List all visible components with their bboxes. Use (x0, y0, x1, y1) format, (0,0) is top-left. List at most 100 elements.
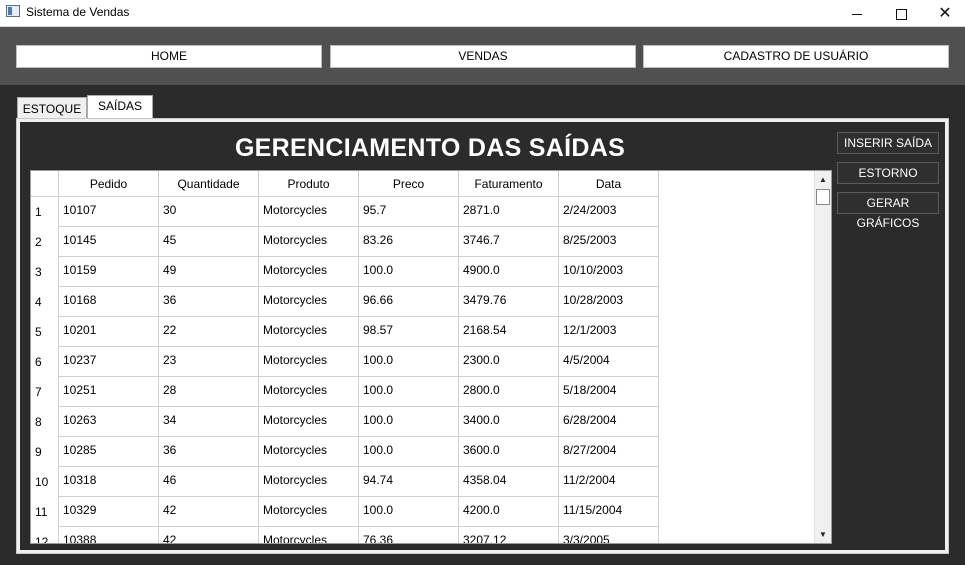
scroll-down-arrow-icon[interactable]: ▼ (815, 526, 831, 543)
cell-faturamento[interactable]: 3746.7 (459, 227, 559, 257)
cell-preco[interactable]: 100.0 (359, 497, 459, 527)
cell-quantidade[interactable]: 45 (159, 227, 259, 257)
row-number[interactable]: 12 (31, 527, 59, 543)
cell-preco[interactable]: 76.36 (359, 527, 459, 543)
cell-pedido[interactable]: 10145 (59, 227, 159, 257)
row-number[interactable]: 9 (31, 437, 59, 467)
cell-quantidade[interactable]: 28 (159, 377, 259, 407)
cadastro-usuario-button[interactable]: CADASTRO DE USUÁRIO (643, 45, 949, 68)
cell-produto[interactable]: Motorcycles (259, 437, 359, 467)
cell-faturamento[interactable]: 3400.0 (459, 407, 559, 437)
cell-faturamento[interactable]: 4200.0 (459, 497, 559, 527)
table-corner[interactable] (31, 171, 59, 197)
row-number[interactable]: 5 (31, 317, 59, 347)
cell-preco[interactable]: 100.0 (359, 347, 459, 377)
cell-faturamento[interactable]: 3207.12 (459, 527, 559, 543)
cell-quantidade[interactable]: 36 (159, 287, 259, 317)
cell-data[interactable]: 5/18/2004 (559, 377, 659, 407)
cell-data[interactable]: 10/10/2003 (559, 257, 659, 287)
cell-faturamento[interactable]: 3479.76 (459, 287, 559, 317)
cell-quantidade[interactable]: 49 (159, 257, 259, 287)
cell-pedido[interactable]: 10263 (59, 407, 159, 437)
cell-quantidade[interactable]: 36 (159, 437, 259, 467)
vendas-button[interactable]: VENDAS (330, 45, 636, 68)
cell-preco[interactable]: 100.0 (359, 257, 459, 287)
cell-pedido[interactable]: 10318 (59, 467, 159, 497)
row-number[interactable]: 2 (31, 227, 59, 257)
cell-produto[interactable]: Motorcycles (259, 497, 359, 527)
cell-pedido[interactable]: 10388 (59, 527, 159, 543)
table-row[interactable]: 8 10263 34 Motorcycles 100.0 3400.0 6/28/2004 (31, 407, 659, 437)
tab-estoque[interactable]: ESTOQUE (17, 97, 87, 119)
cell-preco[interactable]: 100.0 (359, 377, 459, 407)
column-header-produto[interactable]: Produto (259, 171, 359, 197)
close-button[interactable]: ✕ (922, 0, 965, 26)
cell-pedido[interactable]: 10107 (59, 197, 159, 227)
gerar-graficos-button[interactable]: GERAR GRÁFICOS (837, 192, 939, 230)
column-header-preco[interactable]: Preco (359, 171, 459, 197)
maximize-button[interactable] (878, 0, 924, 26)
cell-data[interactable]: 10/28/2003 (559, 287, 659, 317)
cell-data[interactable]: 6/28/2004 (559, 407, 659, 437)
cell-pedido[interactable]: 10159 (59, 257, 159, 287)
cell-data[interactable]: 11/15/2004 (559, 497, 659, 527)
cell-pedido[interactable]: 10329 (59, 497, 159, 527)
cell-pedido[interactable]: 10168 (59, 287, 159, 317)
table-row[interactable]: 5 10201 22 Motorcycles 98.57 2168.54 12/1/2003 (31, 317, 659, 347)
cell-faturamento[interactable]: 2168.54 (459, 317, 559, 347)
table-row[interactable]: 4 10168 36 Motorcycles 96.66 3479.76 10/28/200… (31, 287, 659, 317)
cell-faturamento[interactable]: 4900.0 (459, 257, 559, 287)
cell-produto[interactable]: Motorcycles (259, 257, 359, 287)
cell-produto[interactable]: Motorcycles (259, 527, 359, 543)
cell-data[interactable]: 4/5/2004 (559, 347, 659, 377)
cell-quantidade[interactable]: 34 (159, 407, 259, 437)
row-number[interactable]: 6 (31, 347, 59, 377)
scroll-thumb[interactable] (816, 189, 830, 205)
cell-produto[interactable]: Motorcycles (259, 227, 359, 257)
inserir-saida-button[interactable]: INSERIR SAÍDA (837, 132, 939, 154)
cell-faturamento[interactable]: 2800.0 (459, 377, 559, 407)
cell-pedido[interactable]: 10285 (59, 437, 159, 467)
cell-preco[interactable]: 98.57 (359, 317, 459, 347)
row-number[interactable]: 7 (31, 377, 59, 407)
cell-produto[interactable]: Motorcycles (259, 287, 359, 317)
row-number[interactable]: 8 (31, 407, 59, 437)
cell-produto[interactable]: Motorcycles (259, 467, 359, 497)
cell-faturamento[interactable]: 3600.0 (459, 437, 559, 467)
cell-preco[interactable]: 83.26 (359, 227, 459, 257)
home-button[interactable]: HOME (16, 45, 322, 68)
table-row[interactable]: 7 10251 28 Motorcycles 100.0 2800.0 5/18/2004 (31, 377, 659, 407)
cell-produto[interactable]: Motorcycles (259, 317, 359, 347)
cell-faturamento[interactable]: 4358.04 (459, 467, 559, 497)
cell-data[interactable]: 12/1/2003 (559, 317, 659, 347)
table-row[interactable]: 10 10318 46 Motorcycles 94.74 4358.04 11/2/200… (31, 467, 659, 497)
cell-quantidade[interactable]: 42 (159, 497, 259, 527)
column-header-data[interactable]: Data (559, 171, 659, 197)
table-row[interactable]: 12 10388 42 Motorcycles 76.36 3207.12 3/3/2005 (31, 527, 659, 543)
row-number[interactable]: 3 (31, 257, 59, 287)
cell-quantidade[interactable]: 42 (159, 527, 259, 543)
table-row[interactable]: 11 10329 42 Motorcycles 100.0 4200.0 11/15/200… (31, 497, 659, 527)
table-row[interactable]: 1 10107 30 Motorcycles 95.7 2871.0 2/24/2003 (31, 197, 659, 227)
cell-preco[interactable]: 95.7 (359, 197, 459, 227)
cell-data[interactable]: 8/25/2003 (559, 227, 659, 257)
row-number[interactable]: 11 (31, 497, 59, 527)
cell-quantidade[interactable]: 30 (159, 197, 259, 227)
tab-saidas[interactable]: SAÍDAS (87, 95, 153, 119)
cell-pedido[interactable]: 10201 (59, 317, 159, 347)
cell-faturamento[interactable]: 2871.0 (459, 197, 559, 227)
cell-produto[interactable]: Motorcycles (259, 407, 359, 437)
table-row[interactable]: 6 10237 23 Motorcycles 100.0 2300.0 4/5/2004 (31, 347, 659, 377)
cell-produto[interactable]: Motorcycles (259, 197, 359, 227)
cell-quantidade[interactable]: 22 (159, 317, 259, 347)
cell-preco[interactable]: 100.0 (359, 437, 459, 467)
row-number[interactable]: 4 (31, 287, 59, 317)
cell-quantidade[interactable]: 46 (159, 467, 259, 497)
scroll-up-arrow-icon[interactable]: ▲ (815, 171, 831, 188)
cell-preco[interactable]: 94.74 (359, 467, 459, 497)
minimize-button[interactable] (834, 0, 880, 26)
row-number[interactable]: 10 (31, 467, 59, 497)
cell-faturamento[interactable]: 2300.0 (459, 347, 559, 377)
table-row[interactable]: 9 10285 36 Motorcycles 100.0 3600.0 8/27/2004 (31, 437, 659, 467)
cell-preco[interactable]: 100.0 (359, 407, 459, 437)
